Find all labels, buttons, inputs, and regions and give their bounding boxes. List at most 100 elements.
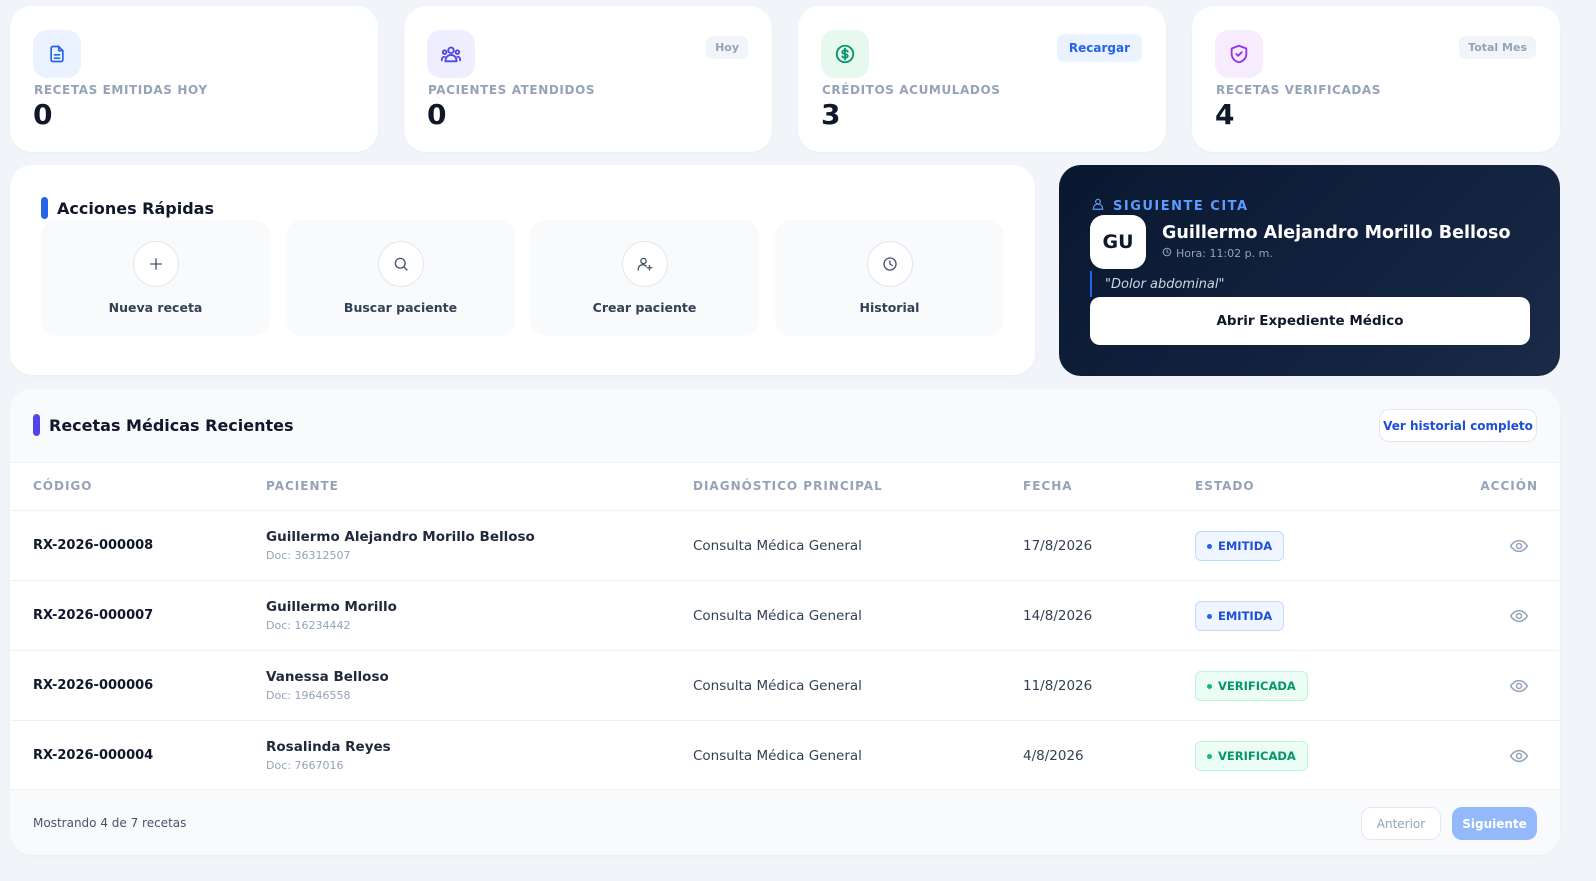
eye-icon[interactable]	[1508, 605, 1530, 627]
patient-name: Guillermo Alejandro Morillo Belloso	[266, 529, 535, 545]
table-row[interactable]: RX-2026-000006 Vanessa Belloso Doc: 1964…	[10, 650, 1560, 720]
patient-name: Guillermo Morillo	[266, 599, 397, 615]
status-badge: VERIFICADA	[1195, 741, 1308, 771]
quick-actions-title: Acciones Rápidas	[57, 198, 214, 218]
action-new-prescription[interactable]: Nueva receta	[41, 220, 270, 336]
table-row[interactable]: RX-2026-000004 Rosalinda Reyes Doc: 7667…	[10, 720, 1560, 790]
column-header-code: CÓDIGO	[33, 479, 93, 493]
patient-doc: Doc: 16234442	[266, 619, 351, 632]
date: 4/8/2026	[1023, 748, 1084, 764]
heading-text: SIGUIENTE CITA	[1113, 198, 1249, 214]
recent-title: Recetas Médicas Recientes	[49, 415, 294, 435]
date: 14/8/2026	[1023, 608, 1093, 624]
patient-doc: Doc: 19646558	[266, 689, 351, 702]
table-row[interactable]: RX-2026-000008 Guillermo Alejandro Moril…	[10, 510, 1560, 580]
column-header-diagnosis: DIAGNÓSTICO PRINCIPAL	[693, 479, 883, 493]
stat-value: 0	[33, 98, 53, 131]
avatar: GU	[1090, 215, 1146, 269]
users-icon	[427, 30, 475, 78]
prescription-code: RX-2026-000008	[33, 538, 154, 553]
plus-icon	[132, 241, 179, 287]
stat-card-prescriptions-today: RECETAS EMITIDAS HOY 0	[10, 6, 378, 152]
clock-icon	[866, 241, 913, 287]
pagination-info: Mostrando 4 de 7 recetas	[33, 816, 187, 830]
panel-header: Recetas Médicas Recientes Ver historial …	[10, 389, 1560, 463]
next-appointment-heading: SIGUIENTE CITA	[1091, 197, 1249, 215]
status-dot	[1207, 753, 1212, 759]
status-dot	[1207, 543, 1212, 549]
action-label: Historial	[859, 300, 920, 315]
period-tag: Total Mes	[1459, 36, 1536, 59]
clock-icon	[1162, 247, 1172, 260]
time-text: Hora: 11:02 p. m.	[1176, 247, 1273, 260]
quick-actions-panel: Acciones Rápidas Nueva receta Buscar pac…	[10, 165, 1035, 375]
patient-doc: Doc: 36312507	[266, 549, 351, 562]
stat-label: PACIENTES ATENDIDOS	[428, 83, 596, 97]
stat-value: 3	[821, 98, 841, 131]
period-tag: Hoy	[706, 36, 748, 59]
search-icon	[377, 241, 424, 287]
user-icon	[1091, 197, 1105, 215]
action-history[interactable]: Historial	[775, 220, 1004, 336]
action-label: Crear paciente	[592, 300, 697, 315]
open-medical-record-button[interactable]: Abrir Expediente Médico	[1090, 297, 1530, 345]
status-badge: EMITIDA	[1195, 601, 1285, 631]
patient-name: Vanessa Belloso	[266, 669, 389, 685]
stat-label: CRÉDITOS ACUMULADOS	[822, 83, 1001, 97]
view-full-history-button[interactable]: Ver historial completo	[1379, 409, 1537, 442]
previous-page-button[interactable]: Anterior	[1361, 807, 1441, 840]
table-footer: Mostrando 4 de 7 recetas Anterior Siguie…	[10, 789, 1560, 855]
stat-label: RECETAS EMITIDAS HOY	[34, 83, 208, 97]
recent-prescriptions-panel: Recetas Médicas Recientes Ver historial …	[10, 389, 1560, 855]
patient-doc: Doc: 7667016	[266, 759, 344, 772]
shield-check-icon	[1215, 30, 1263, 78]
column-header-status: ESTADO	[1195, 479, 1255, 493]
stat-card-patients-attended: Hoy PACIENTES ATENDIDOS 0	[404, 6, 772, 152]
patient-name: Guillermo Alejandro Morillo Belloso	[1162, 223, 1511, 243]
next-appointment-card: SIGUIENTE CITA GU Guillermo Alejandro Mo…	[1059, 165, 1560, 376]
user-plus-icon	[621, 241, 668, 287]
diagnosis: Consulta Médica General	[693, 678, 862, 694]
action-label: Buscar paciente	[343, 300, 458, 315]
patient-name: Rosalinda Reyes	[266, 739, 391, 755]
action-create-patient[interactable]: Crear paciente	[530, 220, 759, 336]
date: 11/8/2026	[1023, 678, 1093, 694]
eye-icon[interactable]	[1508, 675, 1530, 697]
column-header-date: FECHA	[1023, 479, 1073, 493]
status-text: EMITIDA	[1218, 539, 1273, 553]
status-dot	[1207, 613, 1212, 619]
date: 17/8/2026	[1023, 538, 1093, 554]
column-header-patient: PACIENTE	[266, 479, 339, 493]
appointment-reason: "Dolor abdominal"	[1090, 271, 1224, 297]
status-badge: EMITIDA	[1195, 531, 1285, 561]
document-icon	[33, 30, 81, 78]
section-marker	[33, 414, 40, 436]
section-marker	[41, 197, 48, 219]
action-label: Nueva receta	[108, 300, 203, 315]
stat-value: 4	[1215, 98, 1235, 131]
prescription-code: RX-2026-000004	[33, 748, 154, 763]
status-badge: VERIFICADA	[1195, 671, 1308, 701]
section-title: Acciones Rápidas	[41, 197, 214, 219]
appointment-time: Hora: 11:02 p. m.	[1162, 247, 1273, 260]
status-text: VERIFICADA	[1218, 679, 1296, 693]
column-header-action: ACCIÓN	[1480, 479, 1538, 493]
table-row[interactable]: RX-2026-000007 Guillermo Morillo Doc: 16…	[10, 580, 1560, 650]
status-text: VERIFICADA	[1218, 749, 1296, 763]
stat-value: 0	[427, 98, 447, 131]
diagnosis: Consulta Médica General	[693, 748, 862, 764]
eye-icon[interactable]	[1508, 745, 1530, 767]
prescription-code: RX-2026-000007	[33, 608, 154, 623]
action-search-patient[interactable]: Buscar paciente	[286, 220, 515, 336]
status-dot	[1207, 683, 1212, 689]
stat-label: RECETAS VERIFICADAS	[1216, 83, 1382, 97]
eye-icon[interactable]	[1508, 535, 1530, 557]
next-page-button[interactable]: Siguiente	[1452, 807, 1537, 840]
diagnosis: Consulta Médica General	[693, 538, 862, 554]
stat-card-verified: Total Mes RECETAS VERIFICADAS 4	[1192, 6, 1560, 152]
dollar-icon	[821, 30, 869, 78]
status-text: EMITIDA	[1218, 609, 1273, 623]
stat-card-credits: Recargar CRÉDITOS ACUMULADOS 3	[798, 6, 1166, 152]
diagnosis: Consulta Médica General	[693, 608, 862, 624]
recharge-button[interactable]: Recargar	[1056, 34, 1142, 62]
